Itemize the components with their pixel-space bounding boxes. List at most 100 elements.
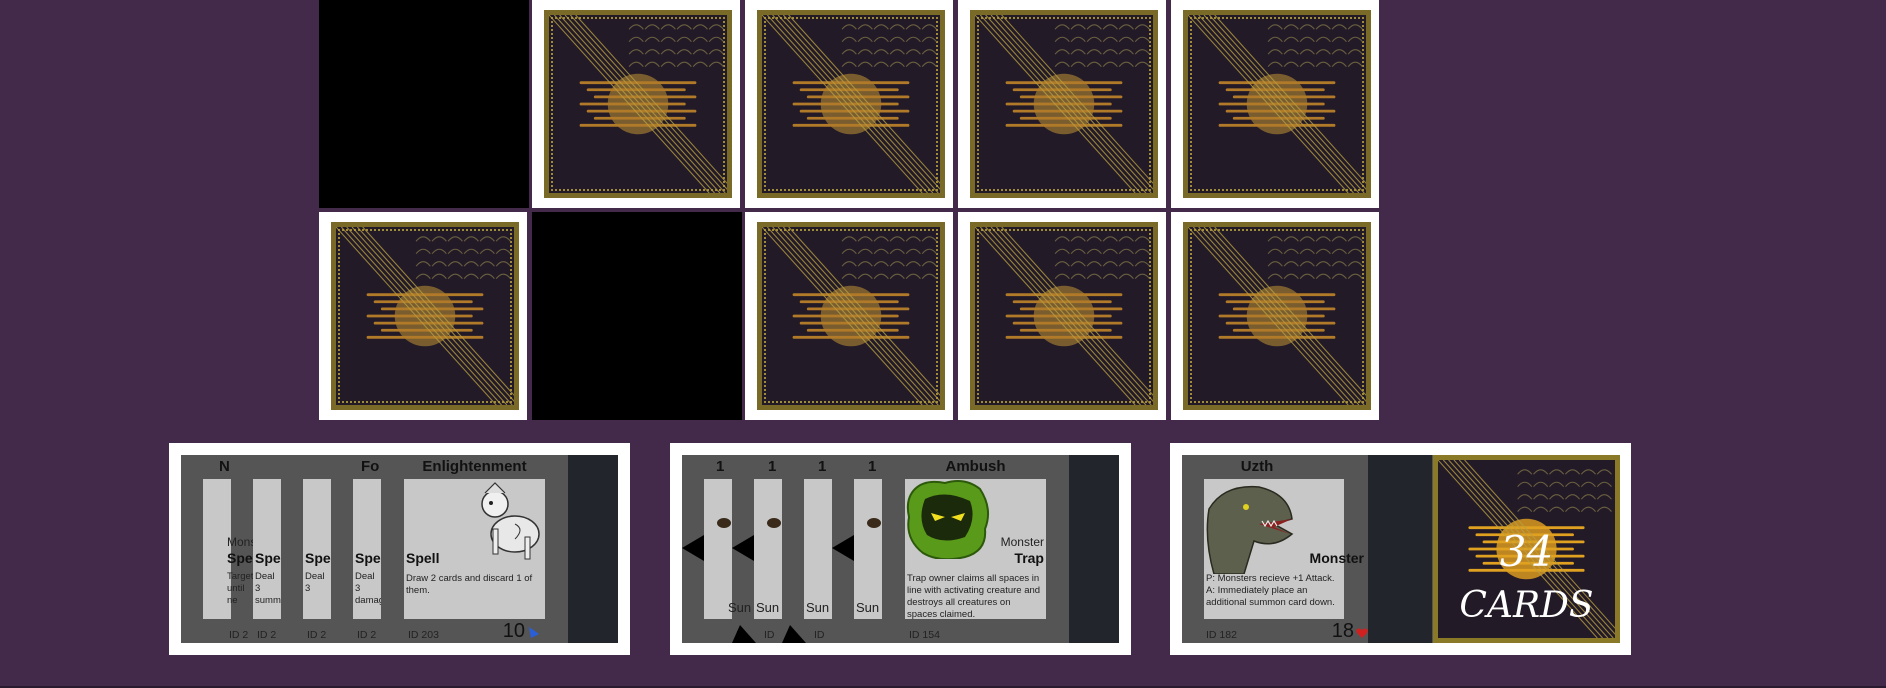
board-cell-card-back[interactable] <box>532 0 742 208</box>
card-title: 1 <box>716 458 725 475</box>
card-type: Spell <box>406 550 440 566</box>
card-back <box>970 10 1158 198</box>
card-type: Trap <box>1014 550 1044 566</box>
dragon-art-icon <box>1206 485 1294 574</box>
board-cell-card-back[interactable] <box>1171 212 1381 420</box>
hand-card[interactable]: Fo Spe Deal 3 damag ID 2 <box>353 455 393 643</box>
card-title: Fo <box>361 458 380 475</box>
hand-card-ambush[interactable]: Ambush Monster Trap Trap owner claims al… <box>905 455 1046 643</box>
card-face <box>754 479 782 619</box>
sphinx-art-icon <box>481 482 540 560</box>
sun-cloud-art-icon <box>762 227 940 405</box>
card-back <box>1183 10 1371 198</box>
hand-card[interactable]: Spe Deal 3 ID 2 <box>303 455 343 643</box>
hand-panel-1: N Mons Spe Target until ne ID 2 Spe Deal… <box>169 443 630 655</box>
sun-cloud-art-icon <box>975 15 1153 193</box>
card-value: 10 <box>502 620 525 642</box>
sun-cloud-art-icon <box>549 15 727 193</box>
card-type: Spe <box>305 550 331 566</box>
sun-cloud-art-icon <box>762 15 940 193</box>
card-back <box>1183 222 1371 410</box>
card-back <box>757 222 945 410</box>
sun-cloud-art-icon <box>1188 227 1366 405</box>
card-title: Ambush <box>945 458 1006 475</box>
deck-count: 34 <box>1499 527 1554 576</box>
hand-panel-divider <box>1069 455 1119 643</box>
card-id: ID <box>814 629 825 641</box>
arrow-left-icon <box>832 535 854 561</box>
hand-card-uzth[interactable]: Uzth Monster P: Monsters recieve +1 Atta… <box>1194 455 1368 643</box>
card-description: P: Monsters recieve +1 Attack. A: Immedi… <box>1206 573 1335 608</box>
card-type: Monster <box>1309 550 1364 566</box>
sun-cloud-art-icon <box>975 227 1153 405</box>
deck-label: CARDS <box>1459 585 1594 626</box>
card-subtype: Sun <box>756 600 780 615</box>
card-description: Deal 3 summ <box>255 571 281 606</box>
card-id: ID 154 <box>909 629 940 641</box>
card-title: 1 <box>768 458 777 475</box>
card-back <box>757 10 945 198</box>
card-description: Deal 3 damag <box>355 571 381 606</box>
board-cell-card-back[interactable] <box>958 0 1168 208</box>
heart-icon <box>1356 628 1368 638</box>
sun-cloud-art-icon <box>336 227 514 405</box>
board-cell-card-back[interactable] <box>319 212 529 420</box>
board-cell-card-back[interactable] <box>958 212 1168 420</box>
card-id: ID 2 <box>357 629 377 641</box>
hand-card[interactable]: 1 Sun <box>854 455 894 643</box>
sun-cloud-art-icon <box>1188 15 1366 193</box>
card-subtype: Monster <box>1000 535 1044 549</box>
card-subtype: Sun <box>806 600 830 615</box>
card-description: Draw 2 cards and discard 1 of them. <box>406 573 533 596</box>
card-id: ID 2 <box>257 629 277 641</box>
board-cell-card-back[interactable] <box>1171 0 1381 208</box>
bush-eyes-art-icon <box>906 480 990 559</box>
arrow-left-icon <box>682 535 704 561</box>
card-title: Uzth <box>1240 458 1274 475</box>
card-id: ID <box>764 629 775 641</box>
blue-flag-icon <box>529 627 539 638</box>
arrow-down-left-icon <box>732 625 756 643</box>
arrow-left-icon <box>732 535 754 561</box>
card-face <box>704 479 732 619</box>
hand-card[interactable]: 1 Sun ID <box>754 455 794 643</box>
board-cell-card-back[interactable] <box>745 0 955 208</box>
card-face <box>404 479 545 619</box>
card-title: 1 <box>818 458 827 475</box>
small-creature-icon <box>867 518 881 528</box>
card-id: ID 2 <box>229 629 249 641</box>
card-subtype: Sun <box>728 600 752 615</box>
card-type: Spe <box>227 550 253 566</box>
board-cell-empty[interactable] <box>319 0 529 208</box>
card-back <box>331 222 519 410</box>
card-face <box>854 479 882 619</box>
card-face <box>303 479 331 619</box>
card-face <box>804 479 832 619</box>
card-back <box>544 10 732 198</box>
card-id: ID 203 <box>408 629 439 641</box>
game-board <box>319 0 1381 424</box>
card-type: Spe <box>255 550 281 566</box>
board-cell-card-back[interactable] <box>745 212 955 420</box>
hand-panel-divider <box>568 455 618 643</box>
card-description: Target until ne <box>227 571 254 606</box>
card-title: 1 <box>868 458 877 475</box>
arrow-down-left-icon <box>782 625 806 643</box>
card-back <box>970 222 1158 410</box>
card-type: Spe <box>355 550 381 566</box>
small-creature-icon <box>717 518 731 528</box>
card-subtype: Mons <box>227 535 257 549</box>
card-subtype: Sun <box>856 600 880 615</box>
card-id: ID 182 <box>1206 629 1237 641</box>
small-creature-icon <box>767 518 781 528</box>
hand-card[interactable]: N Mons Spe Target until ne ID 2 <box>203 455 256 643</box>
hand-panel-2: 1 Sun ID 1 Sun ID 1 Sun ID 1 Sun <box>670 443 1131 655</box>
hand-panel-divider <box>1368 455 1432 643</box>
card-value: 18 <box>1331 620 1354 642</box>
hand-card-enlightenment[interactable]: Enlightenment Spell Draw 2 cards and dis… <box>404 455 545 643</box>
card-description: Trap owner claims all spaces in line wit… <box>907 573 1041 620</box>
card-id: ID 2 <box>307 629 327 641</box>
board-cell-empty[interactable] <box>532 212 742 420</box>
hand-card[interactable]: Spe Deal 3 summ ID 2 <box>253 455 293 643</box>
draw-deck[interactable]: 34 CARDS <box>1433 455 1620 643</box>
